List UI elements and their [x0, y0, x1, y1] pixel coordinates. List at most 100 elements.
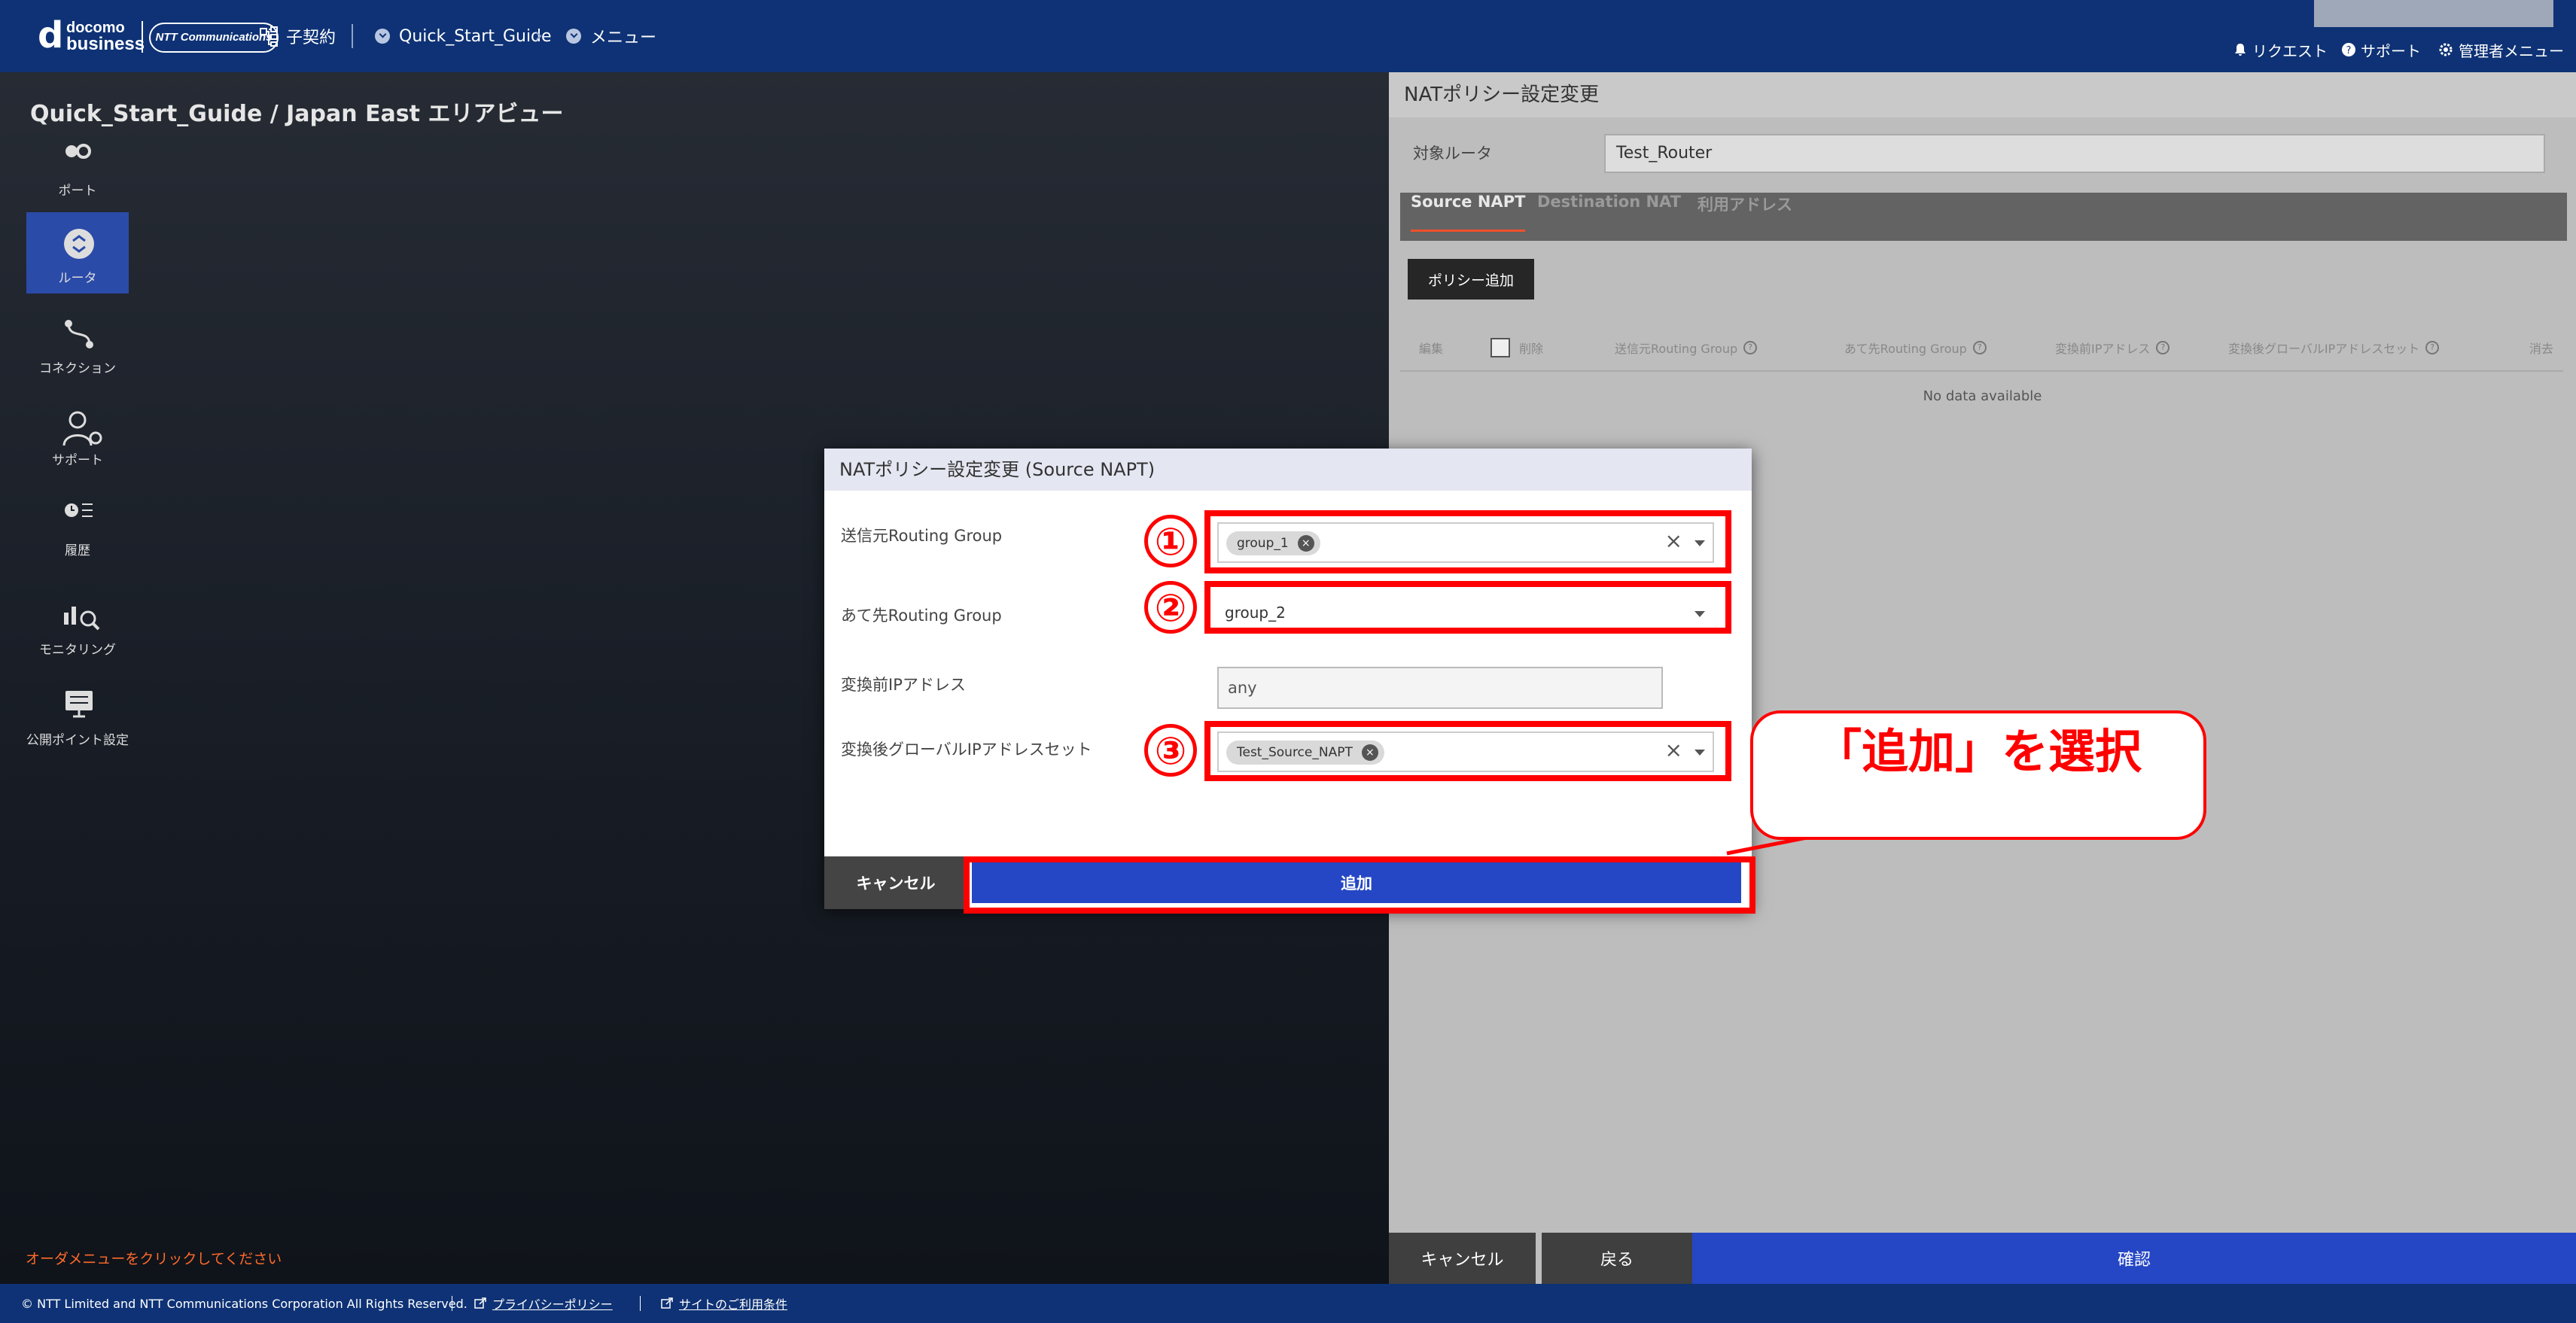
connection-icon: [65, 320, 93, 348]
tab-source-napt[interactable]: Source NAPT: [1411, 193, 1526, 241]
pre-ip-field: any: [1217, 667, 1663, 709]
target-router-field: Test_Router: [1604, 134, 2545, 173]
help-icon[interactable]: ?: [2425, 341, 2440, 354]
contract-label: 子契約: [286, 29, 336, 47]
display-icon: [65, 691, 93, 718]
support-user-icon: [62, 411, 102, 446]
column-delete-label: 削除: [1519, 342, 1544, 356]
help-icon[interactable]: ?: [2156, 341, 2170, 354]
request-label: リクエスト: [2252, 41, 2328, 60]
step-number-2: ②: [1144, 581, 1197, 634]
modal-cancel-button[interactable]: キャンセル: [824, 856, 967, 909]
step-number-1: ①: [1144, 515, 1197, 567]
policy-table-header: 編集 削除 送信元Routing Group ? あて先Routing Grou…: [1400, 325, 2563, 372]
history-icon: [65, 503, 93, 517]
sidebar-item-label: モニタリング: [39, 643, 116, 658]
panel-title: NATポリシー設定変更: [1389, 72, 2576, 117]
sidebar-item-label: 公開ポイント設定: [26, 733, 129, 748]
logo-divider: [142, 21, 143, 53]
modal-title: NATポリシー設定変更 (Source NAPT): [824, 449, 1752, 491]
panel-confirm-button[interactable]: 確認: [1692, 1233, 2576, 1284]
no-data-message: No data available: [1923, 388, 2042, 404]
sidebar-item-port[interactable]: ポート: [26, 125, 129, 206]
pre-ip-label: 変換前IPアドレス: [841, 676, 966, 694]
terms-link-label[interactable]: サイトのご利用条件: [679, 1294, 787, 1312]
top-header: d docomo business NTT Communications 子契約…: [0, 0, 2576, 72]
footer-divider: [640, 1296, 641, 1311]
dst-routing-group-label: あて先Routing Group: [841, 607, 1002, 625]
privacy-link-label[interactable]: プライバシーポリシー: [492, 1294, 613, 1312]
breadcrumb-separator-icon: ›: [534, 23, 544, 47]
external-link-icon: [661, 1297, 673, 1309]
column-src-routing-group: 送信元Routing Group ?: [1615, 325, 1758, 370]
breadcrumb-project[interactable]: Quick_Start_Guide: [375, 21, 552, 51]
column-pre-ip: 変換前IPアドレス ?: [2055, 325, 2170, 370]
column-dst-routing-group: あて先Routing Group ?: [1844, 325, 1987, 370]
tab-used-addresses[interactable]: 利用アドレス: [1698, 193, 1792, 241]
help-icon[interactable]: ?: [1972, 341, 1987, 354]
highlight-box-2: [1204, 581, 1731, 634]
column-remove: 消去: [2529, 342, 2554, 356]
admin-menu-label: 管理者メニュー: [2459, 41, 2564, 60]
svg-text:?: ?: [2346, 45, 2352, 56]
sidebar-item-connection[interactable]: コネクション: [26, 303, 129, 384]
chevron-circle-icon: [566, 29, 581, 44]
sub-contract-icon: [260, 26, 278, 47]
breadcrumb-menu-label: メニュー: [590, 29, 657, 47]
sidebar-item-label: コネクション: [39, 361, 116, 376]
help-icon[interactable]: ?: [1743, 341, 1758, 354]
column-pre-ip-label: 変換前IPアドレス: [2055, 342, 2151, 356]
highlight-box-1: [1204, 510, 1731, 573]
header-divider: [352, 24, 353, 48]
footer: © NTT Limited and NTT Communications Cor…: [0, 1284, 2576, 1323]
sidebar-item-label: ルータ: [58, 271, 97, 286]
docomo-business-logo[interactable]: d docomo business NTT Communications: [38, 14, 279, 57]
sidebar-item-history[interactable]: 履歴: [26, 485, 129, 566]
panel-back-button[interactable]: 戻る: [1542, 1233, 1692, 1284]
sidebar-item-router[interactable]: ルータ: [26, 212, 129, 293]
highlight-box-3: [1204, 721, 1731, 781]
src-routing-group-label: 送信元Routing Group: [841, 527, 1003, 545]
logo-d-mark: d: [38, 14, 64, 56]
column-post-ip-label: 変換後グローバルIPアドレスセット: [2228, 342, 2420, 356]
privacy-link[interactable]: プライバシーポリシー: [474, 1284, 613, 1323]
breadcrumb-project-label: Quick_Start_Guide: [399, 26, 552, 46]
breadcrumb-menu[interactable]: メニュー: [566, 21, 656, 51]
monitoring-icon: [64, 607, 100, 631]
order-menu-hint: オーダメニューをクリックしてください: [26, 1251, 282, 1267]
sidebar-item-public-point[interactable]: 公開ポイント設定: [26, 674, 129, 756]
column-post-global-ip: 変換後グローバルIPアドレスセット ?: [2228, 325, 2440, 370]
column-edit: 編集: [1419, 342, 1444, 356]
request-link[interactable]: リクエスト: [2233, 38, 2328, 62]
sidebar-item-label: ポート: [58, 184, 97, 199]
step-number-3: ③: [1144, 724, 1197, 777]
callout-text: 「追加」を選択: [1814, 724, 2142, 779]
chevron-circle-icon: [375, 29, 390, 44]
help-circle-icon: ?: [2342, 43, 2355, 56]
admin-menu-link[interactable]: 管理者メニュー: [2437, 38, 2564, 62]
account-box[interactable]: [2314, 0, 2553, 27]
copyright: © NTT Limited and NTT Communications Cor…: [21, 1296, 467, 1311]
select-all-checkbox[interactable]: [1490, 338, 1510, 357]
gear-icon: [2439, 43, 2453, 56]
contract-selector[interactable]: 子契約: [259, 21, 336, 51]
router-icon: [64, 229, 94, 259]
add-policy-button[interactable]: ポリシー追加: [1408, 259, 1534, 300]
post-global-ip-label: 変換後グローバルIPアドレスセット: [841, 741, 1092, 759]
callout-bubble: 「追加」を選択: [1750, 710, 2206, 840]
sidebar-item-monitoring[interactable]: モニタリング: [26, 584, 129, 665]
logo-business-text: business: [66, 34, 145, 54]
panel-cancel-button[interactable]: キャンセル: [1389, 1233, 1536, 1284]
support-label: サポート: [2361, 41, 2421, 60]
bell-icon: [2235, 44, 2246, 56]
terms-link[interactable]: サイトのご利用条件: [661, 1284, 787, 1323]
column-delete[interactable]: 削除: [1490, 325, 1543, 370]
sidebar-item-label: サポート: [52, 453, 103, 468]
area-view-title: Quick_Start_Guide / Japan East エリアビュー: [30, 101, 564, 127]
support-link[interactable]: ? サポート: [2341, 38, 2421, 62]
sidebar-item-support[interactable]: サポート: [26, 394, 129, 476]
column-dst-label: あて先Routing Group: [1844, 342, 1967, 356]
port-icon: [65, 144, 91, 159]
target-router-label: 対象ルータ: [1413, 144, 1492, 163]
tab-destination-nat[interactable]: Destination NAT: [1537, 193, 1681, 241]
